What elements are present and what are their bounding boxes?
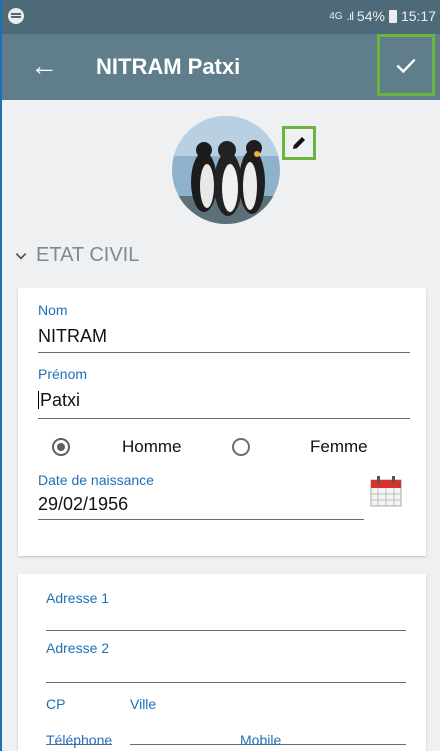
spotify-icon	[8, 8, 24, 24]
signal-icon: .ıl	[346, 9, 354, 23]
page-title: NITRAM Patxi	[96, 54, 241, 79]
dob-underline	[38, 519, 364, 520]
radio-homme-label: Homme	[122, 437, 182, 456]
arrow-back-icon[interactable]: ←	[30, 52, 58, 80]
adresse2-input[interactable]	[46, 682, 406, 683]
section-title: ETAT CIVIL	[36, 244, 140, 266]
battery-icon	[388, 9, 397, 23]
radio-homme[interactable]	[52, 438, 70, 456]
radio-femme[interactable]	[232, 438, 250, 456]
gender-radio-group: Homme Femme	[18, 432, 426, 462]
nom-underline	[38, 352, 410, 353]
pencil-icon	[293, 137, 305, 149]
status-bar: 4G .ıl 54% 15:17	[2, 0, 440, 34]
edit-photo-button[interactable]	[282, 126, 316, 160]
check-icon	[396, 58, 416, 74]
mobile-label: Mobile	[240, 732, 282, 748]
prenom-value: Patxi	[40, 390, 81, 410]
avatar[interactable]	[172, 116, 280, 224]
calendar-icon[interactable]	[370, 475, 402, 507]
confirm-button[interactable]	[377, 34, 435, 96]
telephone-label: Téléphone	[46, 732, 113, 748]
section-etat-civil[interactable]: ETAT CIVIL	[14, 244, 139, 267]
avatar-image	[172, 116, 280, 224]
nom-input[interactable]: NITRAM	[38, 326, 107, 347]
address-card: Adresse 1 Adresse 2 CP Ville Téléphone M…	[18, 574, 426, 751]
prenom-underline	[38, 418, 410, 419]
status-right: 4G .ıl 54% 15:17	[329, 8, 436, 24]
adresse1-input[interactable]	[46, 630, 406, 631]
app-screen: 4G .ıl 54% 15:17 ← NITRAM Patxi ETAT CIV…	[2, 0, 440, 751]
dob-input[interactable]: 29/02/1956	[38, 494, 128, 515]
dob-label: Date de naissance	[38, 472, 154, 488]
clock: 15:17	[400, 8, 436, 24]
ville-label: Ville	[130, 696, 157, 712]
network-type: 4G	[329, 10, 343, 22]
prenom-label: Prénom	[38, 366, 88, 382]
app-toolbar: ← NITRAM Patxi	[2, 34, 440, 100]
text-cursor	[38, 391, 39, 409]
prenom-input[interactable]: Patxi	[38, 390, 80, 411]
adresse2-label: Adresse 2	[46, 640, 110, 656]
etat-civil-card: Nom NITRAM Prénom Patxi Homme Femme Date…	[18, 288, 426, 556]
adresse1-label: Adresse 1	[46, 590, 110, 606]
nom-label: Nom	[38, 302, 68, 318]
battery-percent: 54%	[356, 8, 385, 24]
cp-label: CP	[46, 696, 66, 712]
radio-femme-label: Femme	[310, 437, 368, 456]
chevron-down-icon	[15, 252, 27, 260]
